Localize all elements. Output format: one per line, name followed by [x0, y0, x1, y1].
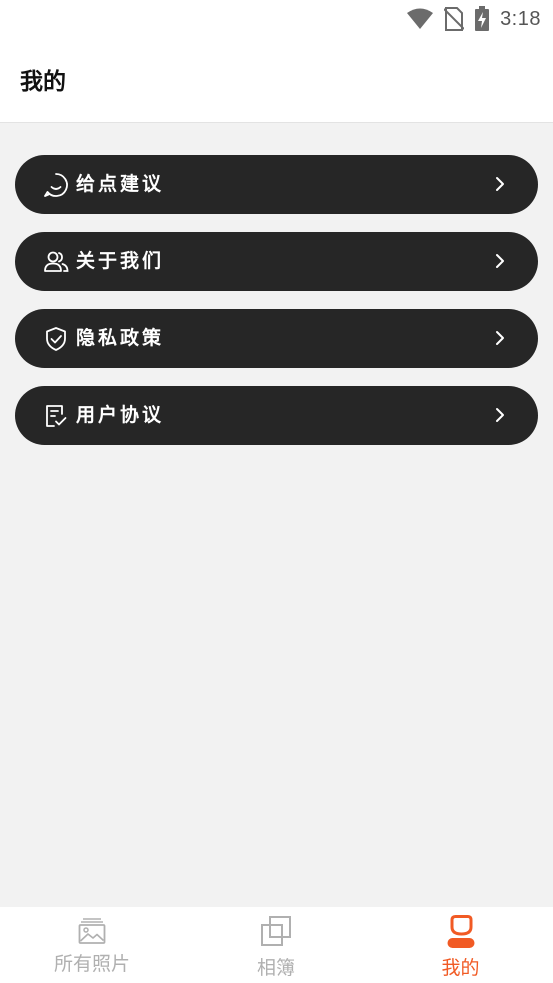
- menu-item-label: 给点建议: [76, 173, 165, 195]
- bottom-tab-bar: 所有照片 相簿 我的: [0, 907, 553, 983]
- profile-icon: [447, 915, 474, 948]
- menu-item-label: 隐私政策: [76, 327, 165, 349]
- menu-item-about-us[interactable]: 关于我们: [15, 232, 538, 291]
- menu-item-label: 关于我们: [76, 250, 165, 272]
- tab-all-photos[interactable]: 所有照片: [0, 907, 184, 983]
- menu-list: 给点建议 关于我们 隐私政策 用户协议: [15, 155, 538, 463]
- menu-item-label: 用户协议: [76, 404, 165, 426]
- albums-icon: [261, 916, 291, 946]
- document-check-icon: [46, 405, 67, 427]
- chevron-right-icon: [496, 331, 504, 345]
- tab-label: 我的: [441, 957, 480, 979]
- tab-label: 相簿: [256, 957, 295, 979]
- menu-item-privacy-policy[interactable]: 隐私政策: [15, 309, 538, 368]
- page-title: 我的: [20, 69, 66, 95]
- chevron-right-icon: [496, 177, 504, 191]
- battery-charging-icon: [475, 6, 490, 31]
- status-icons: 3:18: [406, 6, 541, 32]
- tab-label: 所有照片: [53, 953, 130, 975]
- status-bar: 3:18: [0, 0, 553, 38]
- menu-item-feedback[interactable]: 给点建议: [15, 155, 538, 214]
- chat-smile-icon: [44, 173, 68, 197]
- tab-mine[interactable]: 我的: [368, 907, 553, 983]
- no-sim-icon: [444, 7, 465, 31]
- users-icon: [44, 251, 69, 272]
- shield-check-icon: [46, 327, 66, 351]
- menu-item-user-agreement[interactable]: 用户协议: [15, 386, 538, 445]
- status-time: 3:18: [500, 7, 541, 30]
- app-header: 我的: [0, 38, 553, 123]
- chevron-right-icon: [496, 254, 504, 268]
- tab-albums[interactable]: 相簿: [184, 907, 368, 983]
- photos-icon: [78, 918, 106, 944]
- wifi-icon: [407, 8, 434, 29]
- chevron-right-icon: [496, 408, 504, 422]
